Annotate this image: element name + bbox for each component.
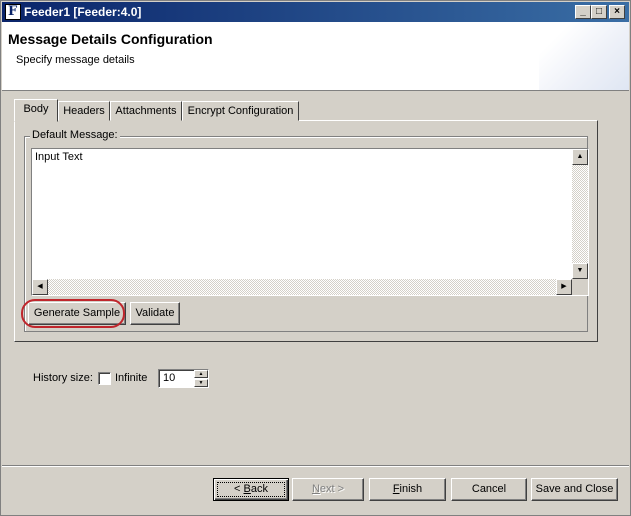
generate-sample-button[interactable]: Generate Sample bbox=[28, 302, 126, 325]
arrow-down-icon: ▼ bbox=[198, 380, 204, 386]
history-size-label: History size: bbox=[33, 372, 93, 384]
cancel-button[interactable]: Cancel bbox=[451, 478, 527, 501]
next-button[interactable]: Next > bbox=[292, 478, 364, 501]
scroll-left-button[interactable]: ◀ bbox=[32, 279, 48, 295]
tab-attachments[interactable]: Attachments bbox=[110, 101, 182, 121]
default-message-textarea[interactable]: Input Text ▲ ▼ ◀ ▶ bbox=[31, 148, 589, 296]
minimize-icon: _ bbox=[580, 6, 586, 17]
minimize-button[interactable]: _ bbox=[575, 5, 591, 19]
app-icon-letter: F bbox=[8, 4, 18, 19]
scroll-down-button[interactable]: ▼ bbox=[572, 263, 588, 279]
arrow-right-icon: ▶ bbox=[561, 283, 567, 290]
app-icon: F bbox=[5, 4, 21, 20]
title-bar[interactable]: F Feeder1 [Feeder:4.0] _ □ × bbox=[2, 2, 629, 22]
default-message-label: Default Message: bbox=[30, 129, 120, 141]
close-icon: × bbox=[614, 6, 620, 17]
vertical-scrollbar[interactable]: ▲ ▼ bbox=[572, 149, 588, 279]
maximize-button[interactable]: □ bbox=[591, 5, 607, 19]
spinner-up-button[interactable]: ▲ bbox=[194, 370, 208, 378]
arrow-up-icon: ▲ bbox=[576, 153, 584, 160]
scrollbar-corner bbox=[572, 279, 588, 295]
finish-label-rest: inish bbox=[399, 483, 423, 495]
footer-separator bbox=[2, 465, 629, 467]
page-subtitle: Specify message details bbox=[16, 54, 135, 66]
next-mnemonic: N bbox=[311, 483, 320, 495]
focus-rect bbox=[217, 482, 285, 497]
tab-encrypt-configuration[interactable]: Encrypt Configuration bbox=[182, 101, 299, 121]
infinite-checkbox[interactable] bbox=[98, 372, 111, 385]
save-and-close-button[interactable]: Save and Close bbox=[531, 478, 618, 501]
message-text: Input Text bbox=[35, 151, 83, 163]
validate-button[interactable]: Validate bbox=[130, 302, 180, 325]
header-banner: Message Details Configuration Specify me… bbox=[2, 22, 629, 91]
arrow-down-icon: ▼ bbox=[576, 267, 584, 274]
scroll-up-button[interactable]: ▲ bbox=[572, 149, 588, 165]
scroll-right-button[interactable]: ▶ bbox=[556, 279, 572, 295]
horizontal-scrollbar[interactable]: ◀ ▶ bbox=[32, 279, 572, 295]
tab-body[interactable]: Body bbox=[14, 99, 58, 122]
window-title: Feeder1 [Feeder:4.0] bbox=[24, 5, 142, 19]
history-size-input[interactable] bbox=[163, 372, 193, 384]
history-size-spinner[interactable]: ▲ ▼ bbox=[158, 369, 209, 388]
back-button[interactable]: < Back bbox=[213, 478, 289, 501]
tab-headers[interactable]: Headers bbox=[58, 101, 110, 121]
next-label-rest: ext > bbox=[319, 483, 345, 495]
maximize-icon: □ bbox=[595, 6, 603, 17]
arrow-up-icon: ▲ bbox=[198, 371, 204, 377]
arrow-left-icon: ◀ bbox=[37, 283, 43, 290]
spinner-down-button[interactable]: ▼ bbox=[194, 379, 208, 387]
page-title: Message Details Configuration bbox=[8, 31, 213, 47]
close-button[interactable]: × bbox=[609, 5, 625, 19]
infinite-label[interactable]: Infinite bbox=[115, 372, 147, 384]
finish-button[interactable]: Finish bbox=[369, 478, 446, 501]
banner-decoration bbox=[539, 22, 629, 90]
finish-mnemonic: F bbox=[392, 483, 400, 495]
